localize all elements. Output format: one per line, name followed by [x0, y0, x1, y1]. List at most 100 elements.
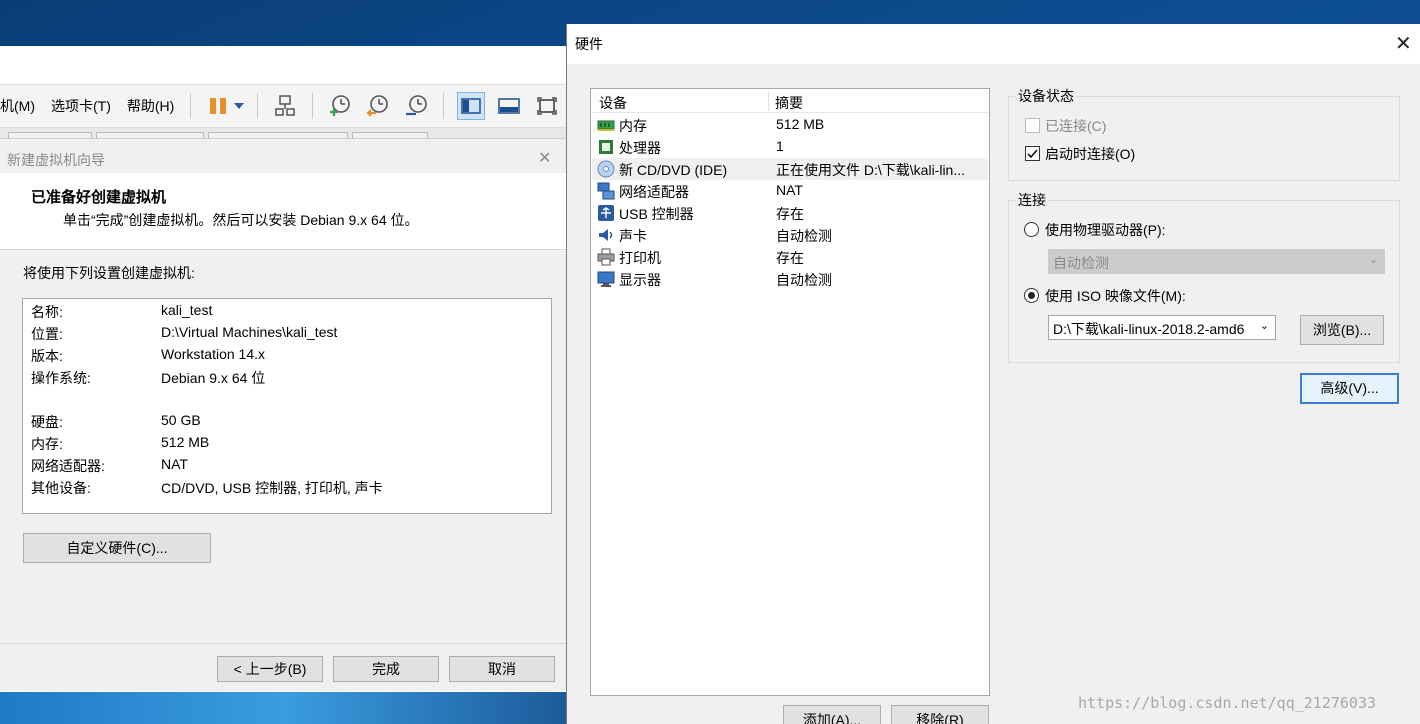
device-name: 内存	[619, 118, 647, 134]
device-row-printer[interactable]: 打印机 存在	[592, 246, 988, 268]
usb-icon	[597, 204, 615, 222]
menu-tabs[interactable]: 选项卡(T)	[43, 96, 119, 116]
device-row-memory[interactable]: 内存 512 MB	[592, 114, 988, 136]
summary-row: 网络适配器: NAT	[31, 456, 188, 478]
summary-key: 内存:	[31, 436, 63, 452]
summary-row: 位置: D:\Virtual Machines\kali_test	[31, 324, 337, 346]
summary-row: 操作系统: Debian 9.x 64 位	[31, 368, 265, 390]
menu-help[interactable]: 帮助(H)	[119, 96, 182, 116]
device-row-cd-dvd[interactable]: 新 CD/DVD (IDE) 正在使用文件 D:\下载\kali-lin...	[592, 158, 988, 180]
device-summary: 正在使用文件 D:\下载\kali-lin...	[776, 162, 966, 178]
summary-row: 硬盘: 50 GB	[31, 412, 201, 434]
device-list-header: 设备 摘要	[591, 89, 989, 113]
vmware-toolbar: 机(M) 选项卡(T) 帮助(H)	[0, 84, 566, 128]
device-summary: 自动检测	[776, 272, 832, 288]
connected-checkbox[interactable]	[1025, 118, 1040, 133]
printer-icon	[597, 248, 615, 266]
connect-at-power-on-checkbox[interactable]	[1025, 146, 1040, 161]
device-status-group: 设备状态 已连接(C) 启动时连接(O)	[1008, 86, 1400, 181]
connection-title: 连接	[1016, 190, 1048, 210]
summary-value: 50 GB	[161, 412, 201, 428]
vmware-title-area	[0, 46, 566, 84]
summary-key: 位置:	[31, 326, 63, 342]
network-adapter-icon	[597, 182, 615, 200]
menu-vm[interactable]: 机(M)	[0, 96, 43, 116]
memory-icon	[597, 116, 615, 134]
summary-row: 版本: Workstation 14.x	[31, 346, 265, 368]
summary-row: 名称: kali_test	[31, 302, 212, 324]
snapshot-take-icon[interactable]	[326, 92, 354, 120]
device-summary: 存在	[776, 250, 804, 266]
remove-device-button[interactable]: 移除(R)	[891, 705, 989, 724]
device-summary: 自动检测	[776, 228, 832, 244]
sound-icon	[597, 226, 615, 244]
device-status-title: 设备状态	[1016, 86, 1076, 106]
cancel-button[interactable]: 取消	[449, 656, 555, 682]
device-name: 声卡	[619, 228, 647, 244]
console-view-icon[interactable]	[495, 92, 523, 120]
physical-drive-radio[interactable]	[1024, 222, 1039, 237]
summary-key: 网络适配器:	[31, 458, 105, 474]
snapshot-revert-icon[interactable]	[364, 92, 392, 120]
summary-value: 512 MB	[161, 434, 210, 450]
wizard-footer: < 上一步(B) 完成 取消	[0, 643, 566, 691]
pause-icon[interactable]	[204, 92, 232, 120]
watermark: https://blog.csdn.net/qq_21276033	[1078, 694, 1377, 712]
advanced-button[interactable]: 高级(V)...	[1300, 373, 1399, 404]
summary-row: 内存: 512 MB	[31, 434, 209, 456]
physical-drive-value: 自动检测	[1053, 255, 1109, 271]
column-divider	[768, 91, 769, 111]
cpu-icon	[597, 138, 615, 156]
device-summary: NAT	[776, 182, 803, 198]
customize-hardware-button[interactable]: 自定义硬件(C)...	[23, 533, 211, 563]
summary-value: CD/DVD, USB 控制器, 打印机, 声卡	[161, 480, 383, 496]
device-name: 网络适配器	[619, 184, 689, 200]
fullscreen-icon[interactable]	[533, 92, 561, 120]
summary-value: Workstation 14.x	[161, 346, 266, 362]
column-device[interactable]: 设备	[599, 93, 627, 113]
toolbar-divider	[312, 93, 314, 119]
wizard-intro: 将使用下列设置创建虚拟机:	[23, 265, 195, 281]
device-row-usb[interactable]: USB 控制器 存在	[592, 202, 988, 224]
new-vm-wizard-dialog: 新建虚拟机向导 ✕ 已准备好创建虚拟机 单击“完成”创建虚拟机。然后可以安装 D…	[0, 138, 566, 691]
summary-value: NAT	[161, 456, 188, 472]
finish-button[interactable]: 完成	[333, 656, 439, 682]
device-row-network[interactable]: 网络适配器 NAT	[592, 180, 988, 202]
wizard-subheading: 单击“完成”创建虚拟机。然后可以安装 Debian 9.x 64 位。	[63, 212, 419, 228]
connection-group: 连接 使用物理驱动器(P): 自动检测 ⌄ 使用 ISO 映像文件(M): D:…	[1008, 190, 1400, 363]
back-button[interactable]: < 上一步(B)	[217, 656, 323, 682]
summary-key: 硬盘:	[31, 414, 63, 430]
network-icon[interactable]	[271, 92, 299, 120]
physical-drive-select[interactable]: 自动检测 ⌄	[1048, 249, 1385, 274]
device-row-display[interactable]: 显示器 自动检测	[592, 268, 988, 290]
sidebar-view-icon[interactable]	[457, 92, 486, 120]
device-name: 处理器	[619, 140, 661, 156]
device-name: USB 控制器	[619, 206, 694, 222]
browse-button[interactable]: 浏览(B)...	[1300, 315, 1384, 345]
close-icon[interactable]: ✕	[1395, 31, 1412, 56]
toolbar-divider	[257, 93, 259, 119]
column-summary[interactable]: 摘要	[775, 93, 803, 113]
cd-dvd-icon	[597, 160, 615, 178]
close-icon[interactable]: ✕	[538, 148, 551, 168]
connected-label: 已连接(C)	[1045, 118, 1107, 134]
display-icon	[597, 270, 615, 288]
iso-file-radio[interactable]	[1024, 288, 1039, 303]
dropdown-icon[interactable]	[233, 98, 245, 114]
summary-value: kali_test	[161, 302, 213, 318]
add-device-button[interactable]: 添加(A)...	[783, 705, 881, 724]
toolbar-divider	[443, 93, 445, 119]
summary-key: 版本:	[31, 348, 63, 364]
device-row-processor[interactable]: 处理器 1	[592, 136, 988, 158]
device-summary: 1	[776, 138, 784, 154]
chevron-down-icon: ⌄	[1259, 320, 1269, 332]
toolbar-divider	[190, 93, 192, 119]
checkmark-icon	[1027, 149, 1038, 159]
device-row-sound[interactable]: 声卡 自动检测	[592, 224, 988, 246]
settings-summary-box: 名称: kali_test 位置: D:\Virtual Machines\kali…	[22, 298, 552, 514]
device-summary: 存在	[776, 206, 804, 222]
iso-file-label: 使用 ISO 映像文件(M):	[1045, 288, 1186, 304]
snapshot-manager-icon[interactable]	[402, 92, 430, 120]
device-name: 显示器	[619, 272, 661, 288]
iso-path-combo[interactable]: D:\下载\kali-linux-2018.2-amd6 ⌄	[1048, 315, 1276, 340]
